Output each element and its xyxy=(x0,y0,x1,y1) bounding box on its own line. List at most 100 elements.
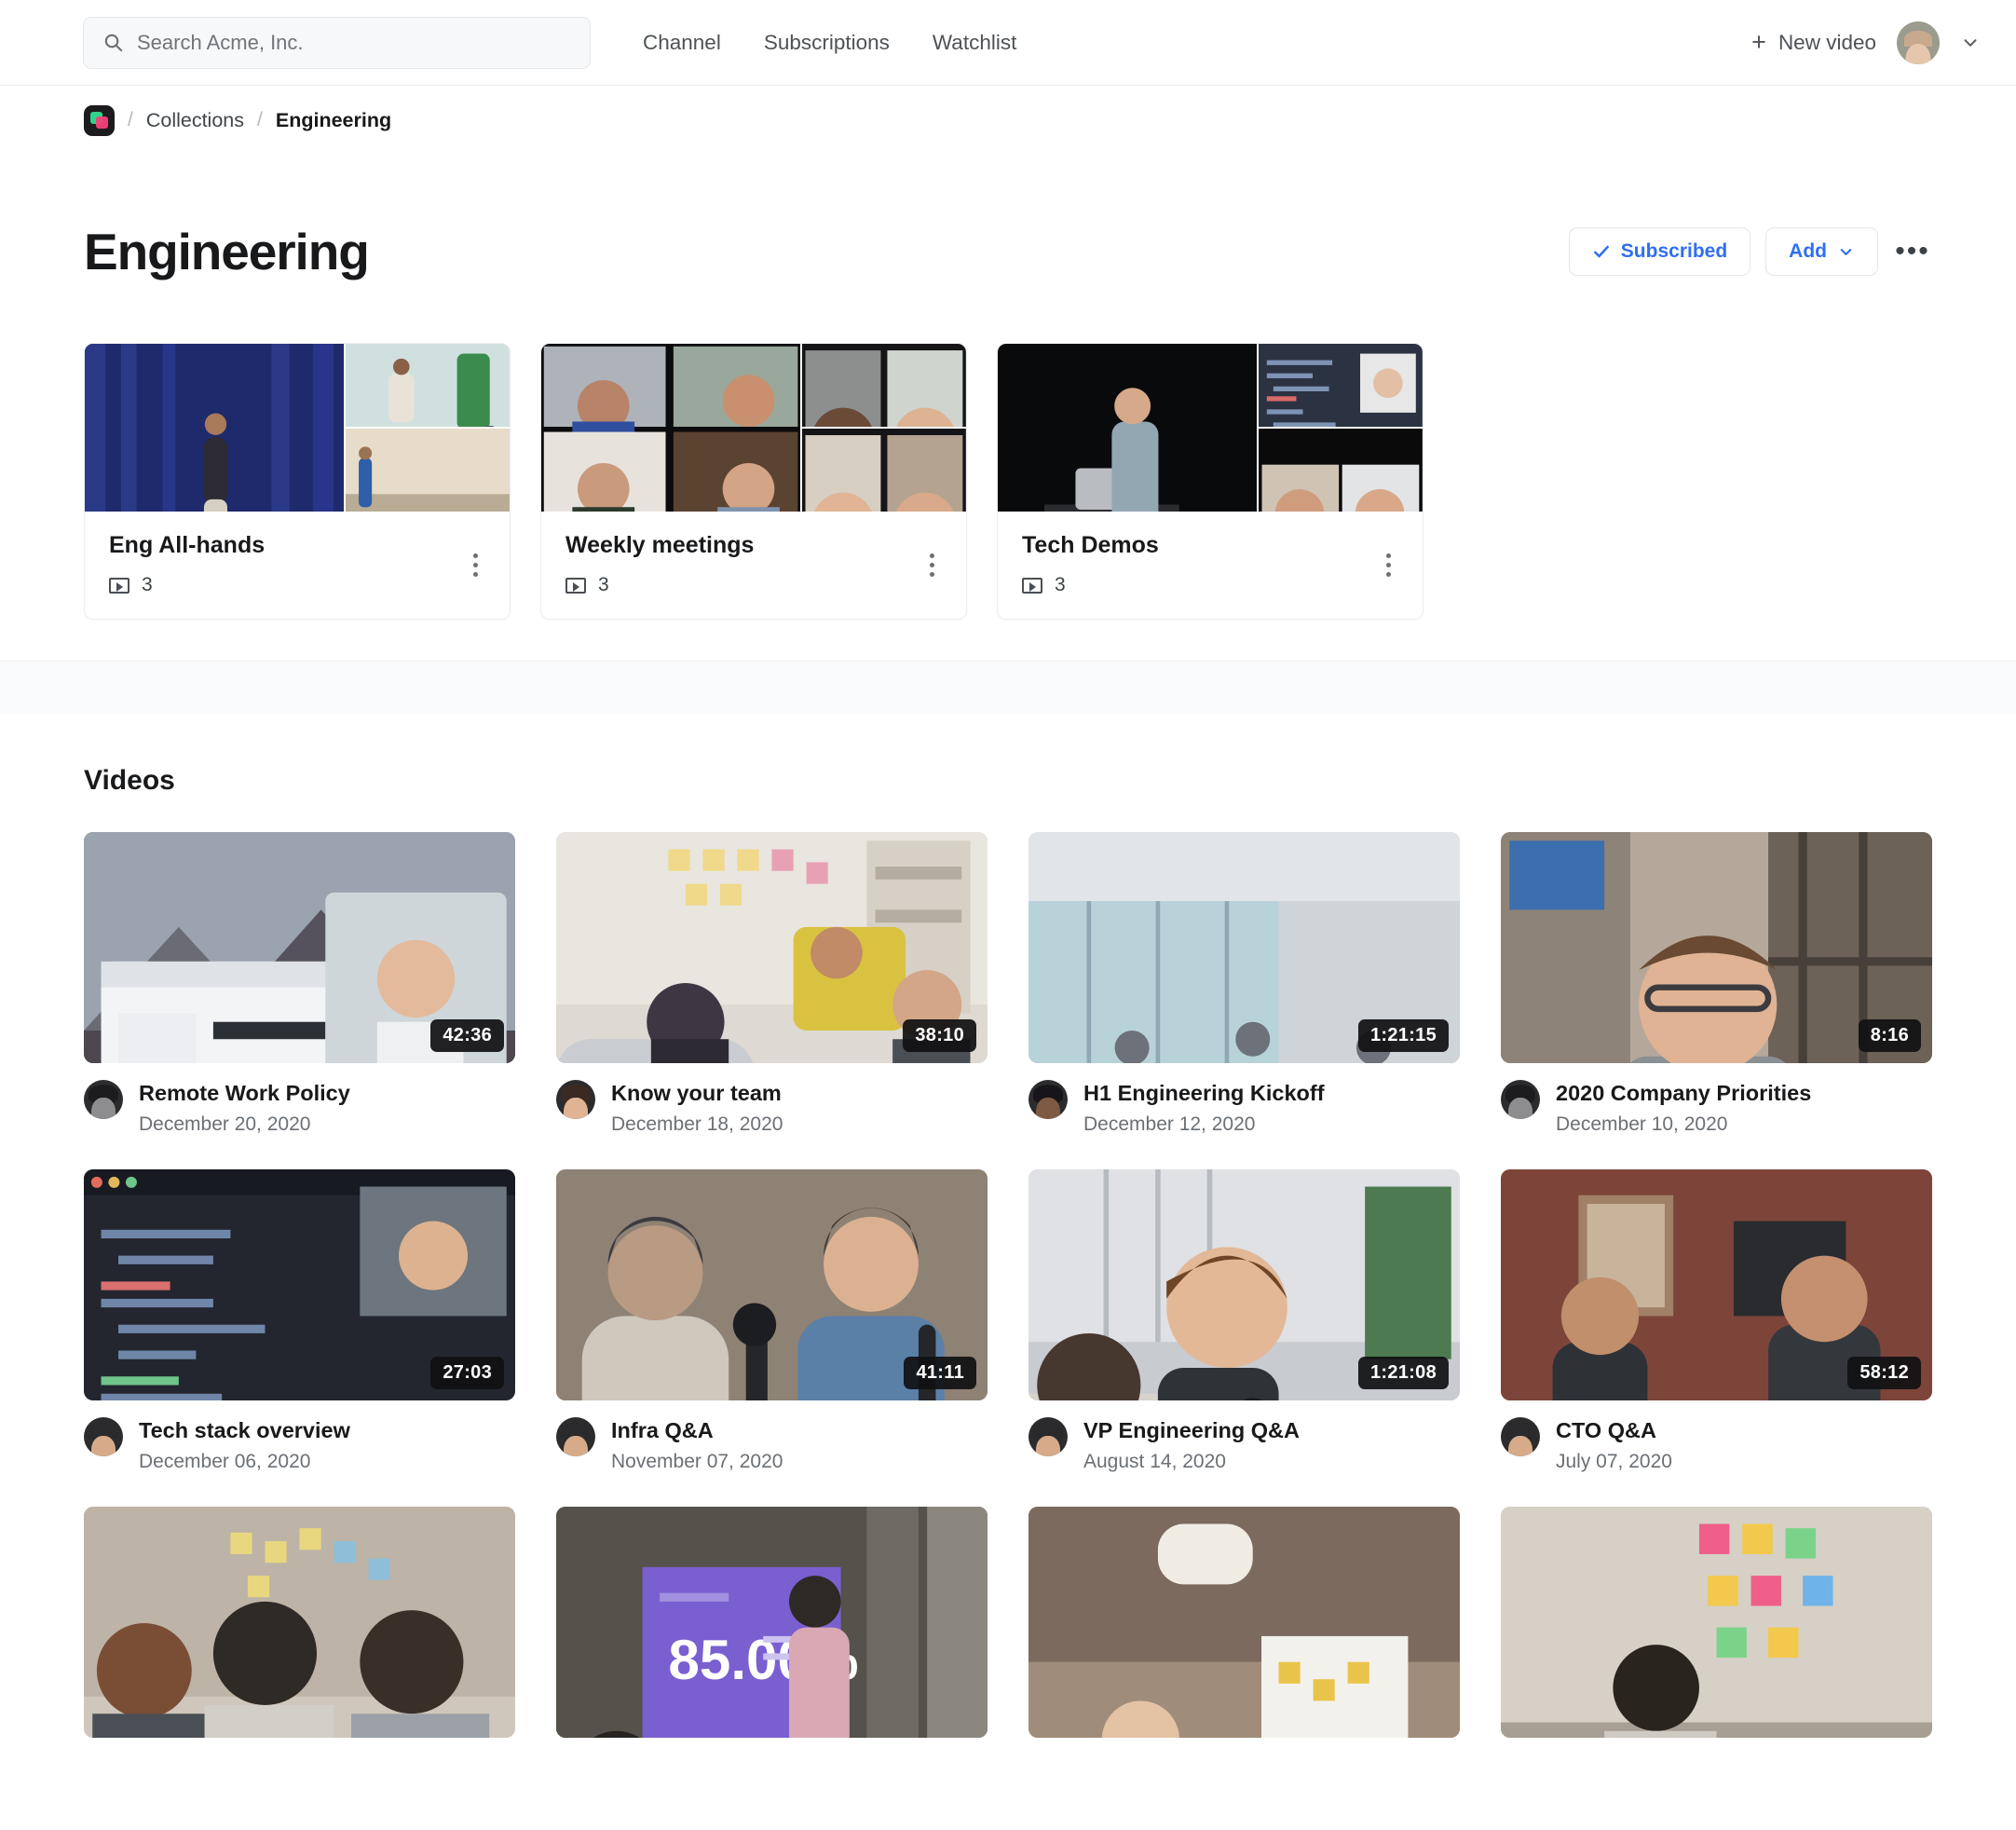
top-navigation-bar: Channel Subscriptions Watchlist + New vi… xyxy=(0,0,2016,86)
nav-right-group: + New video xyxy=(1751,20,1981,64)
video-thumbnail[interactable]: 8:16 xyxy=(1501,832,1932,1063)
collection-meta: 3 xyxy=(109,574,485,596)
video-duration: 1:21:08 xyxy=(1357,1357,1449,1390)
collections-row: Eng All-hands 3 Weekly meetings 3 Tech D… xyxy=(0,343,2016,620)
video-title: Tech stack overview xyxy=(139,1418,350,1443)
page-title: Engineering xyxy=(84,223,370,280)
collection-title: Eng All-hands xyxy=(109,532,266,558)
more-options-button[interactable]: ••• xyxy=(1893,232,1932,271)
video-meta: Know your team December 18, 2020 xyxy=(556,1080,988,1136)
video-title: H1 Engineering Kickoff xyxy=(1083,1081,1325,1105)
search-input[interactable] xyxy=(137,30,571,55)
breadcrumb-item-engineering[interactable]: Engineering xyxy=(276,109,391,132)
breadcrumb-separator-1: / xyxy=(128,109,133,130)
chevron-down-icon[interactable] xyxy=(1960,33,1981,53)
videos-section-title: Videos xyxy=(84,765,175,796)
search-box[interactable] xyxy=(83,16,591,69)
avatar xyxy=(1028,1080,1068,1119)
video-meta: VP Engineering Q&A August 14, 2020 xyxy=(1028,1417,1460,1473)
video-icon xyxy=(109,577,129,594)
search-icon xyxy=(104,34,123,52)
video-date: December 12, 2020 xyxy=(1083,1113,1256,1136)
videos-grid: 42:36 Remote Work Policy December 20, 20… xyxy=(84,832,1932,1739)
new-video-label: New video xyxy=(1778,30,1876,54)
add-button[interactable]: Add xyxy=(1765,227,1878,276)
video-card[interactable]: 8:16 2020 Company Priorities December 10… xyxy=(1501,832,1932,1136)
collection-card-body: Weekly meetings 3 xyxy=(541,512,966,619)
collection-card-eng-all-hands[interactable]: Eng All-hands 3 xyxy=(84,343,511,620)
video-thumbnail[interactable] xyxy=(1501,1507,1932,1739)
videos-section: Videos 42:36 Remote Work Policy December… xyxy=(0,765,2016,1739)
video-thumbnail[interactable]: 1:21:08 xyxy=(1028,1169,1460,1401)
nav-link-watchlist[interactable]: Watchlist xyxy=(933,31,1016,55)
thumbnail-secondary-1 xyxy=(346,344,510,427)
avatar xyxy=(1028,1417,1068,1457)
video-meta: Remote Work Policy December 20, 2020 xyxy=(84,1080,515,1136)
kebab-icon[interactable] xyxy=(918,547,946,584)
video-thumbnail[interactable]: 38:10 xyxy=(556,832,988,1063)
video-card[interactable]: 85.00% xyxy=(556,1507,988,1739)
video-thumbnail[interactable]: 85.00% xyxy=(556,1507,988,1739)
video-card[interactable] xyxy=(1501,1507,1932,1739)
thumbnail-primary xyxy=(541,344,801,512)
video-thumbnail[interactable] xyxy=(84,1507,515,1739)
video-duration: 42:36 xyxy=(430,1019,504,1052)
breadcrumb-item-collections[interactable]: Collections xyxy=(146,109,244,132)
plus-icon: + xyxy=(1751,28,1766,56)
video-icon xyxy=(1022,577,1042,594)
collection-thumbnail xyxy=(541,344,966,512)
video-icon xyxy=(565,577,586,594)
kebab-icon[interactable] xyxy=(461,547,489,584)
avatar-face xyxy=(1905,44,1931,64)
collection-thumbnail xyxy=(85,344,510,512)
nav-link-channel[interactable]: Channel xyxy=(643,31,721,55)
avatar[interactable] xyxy=(1897,20,1940,64)
video-title: VP Engineering Q&A xyxy=(1083,1418,1300,1443)
video-duration: 38:10 xyxy=(903,1019,976,1052)
kebab-icon[interactable] xyxy=(1374,547,1402,584)
video-date: November 07, 2020 xyxy=(611,1451,783,1473)
collection-video-count: 3 xyxy=(142,574,153,595)
video-card[interactable] xyxy=(1028,1507,1460,1739)
video-duration: 41:11 xyxy=(904,1357,976,1390)
video-title: CTO Q&A xyxy=(1556,1418,1656,1443)
collection-meta: 3 xyxy=(565,574,942,596)
video-thumbnail[interactable]: 42:36 xyxy=(84,832,515,1063)
collection-card-weekly-meetings[interactable]: Weekly meetings 3 xyxy=(540,343,967,620)
app-logo-icon[interactable] xyxy=(84,104,115,136)
subscribed-label: Subscribed xyxy=(1620,240,1728,262)
thumbnail-side-stack xyxy=(1259,344,1423,512)
collection-card-tech-demos[interactable]: Tech Demos 3 xyxy=(997,343,1423,620)
avatar xyxy=(84,1417,123,1457)
video-thumbnail[interactable]: 27:03 xyxy=(84,1169,515,1401)
video-card[interactable]: 38:10 Know your team December 18, 2020 xyxy=(556,832,988,1136)
new-video-button[interactable]: + New video xyxy=(1751,30,1876,55)
video-thumbnail[interactable]: 1:21:15 xyxy=(1028,832,1460,1063)
video-date: December 10, 2020 xyxy=(1556,1113,1728,1136)
video-thumbnail[interactable]: 41:11 xyxy=(556,1169,988,1401)
video-thumbnail[interactable]: 58:12 xyxy=(1501,1169,1932,1401)
video-card[interactable]: 58:12 CTO Q&A July 07, 2020 xyxy=(1501,1169,1932,1473)
thumbnail-side-stack xyxy=(346,344,510,512)
collection-video-count: 3 xyxy=(1055,574,1066,595)
section-divider xyxy=(0,661,2016,713)
video-card[interactable]: 1:21:15 H1 Engineering Kickoff December … xyxy=(1028,832,1460,1136)
video-date: December 06, 2020 xyxy=(139,1451,311,1473)
video-card[interactable]: 27:03 Tech stack overview December 06, 2… xyxy=(84,1169,515,1473)
avatar xyxy=(1501,1417,1540,1457)
avatar xyxy=(84,1080,123,1119)
video-card[interactable]: 42:36 Remote Work Policy December 20, 20… xyxy=(84,832,515,1136)
video-card[interactable] xyxy=(84,1507,515,1739)
nav-link-subscriptions[interactable]: Subscriptions xyxy=(764,31,890,55)
collection-thumbnail xyxy=(998,344,1423,512)
video-duration: 27:03 xyxy=(430,1357,504,1390)
subscribed-button[interactable]: Subscribed xyxy=(1568,227,1751,276)
video-card[interactable]: 1:21:08 VP Engineering Q&A August 14, 20… xyxy=(1028,1169,1460,1473)
video-card[interactable]: 41:11 Infra Q&A November 07, 2020 xyxy=(556,1169,988,1473)
breadcrumb-separator-2: / xyxy=(257,109,263,130)
page-header-actions: Subscribed Add ••• xyxy=(1568,227,1932,276)
collection-meta: 3 xyxy=(1022,574,1398,596)
video-thumbnail[interactable] xyxy=(1028,1507,1460,1739)
thumbnail-primary xyxy=(998,344,1258,512)
video-title: 2020 Company Priorities xyxy=(1556,1081,1812,1105)
